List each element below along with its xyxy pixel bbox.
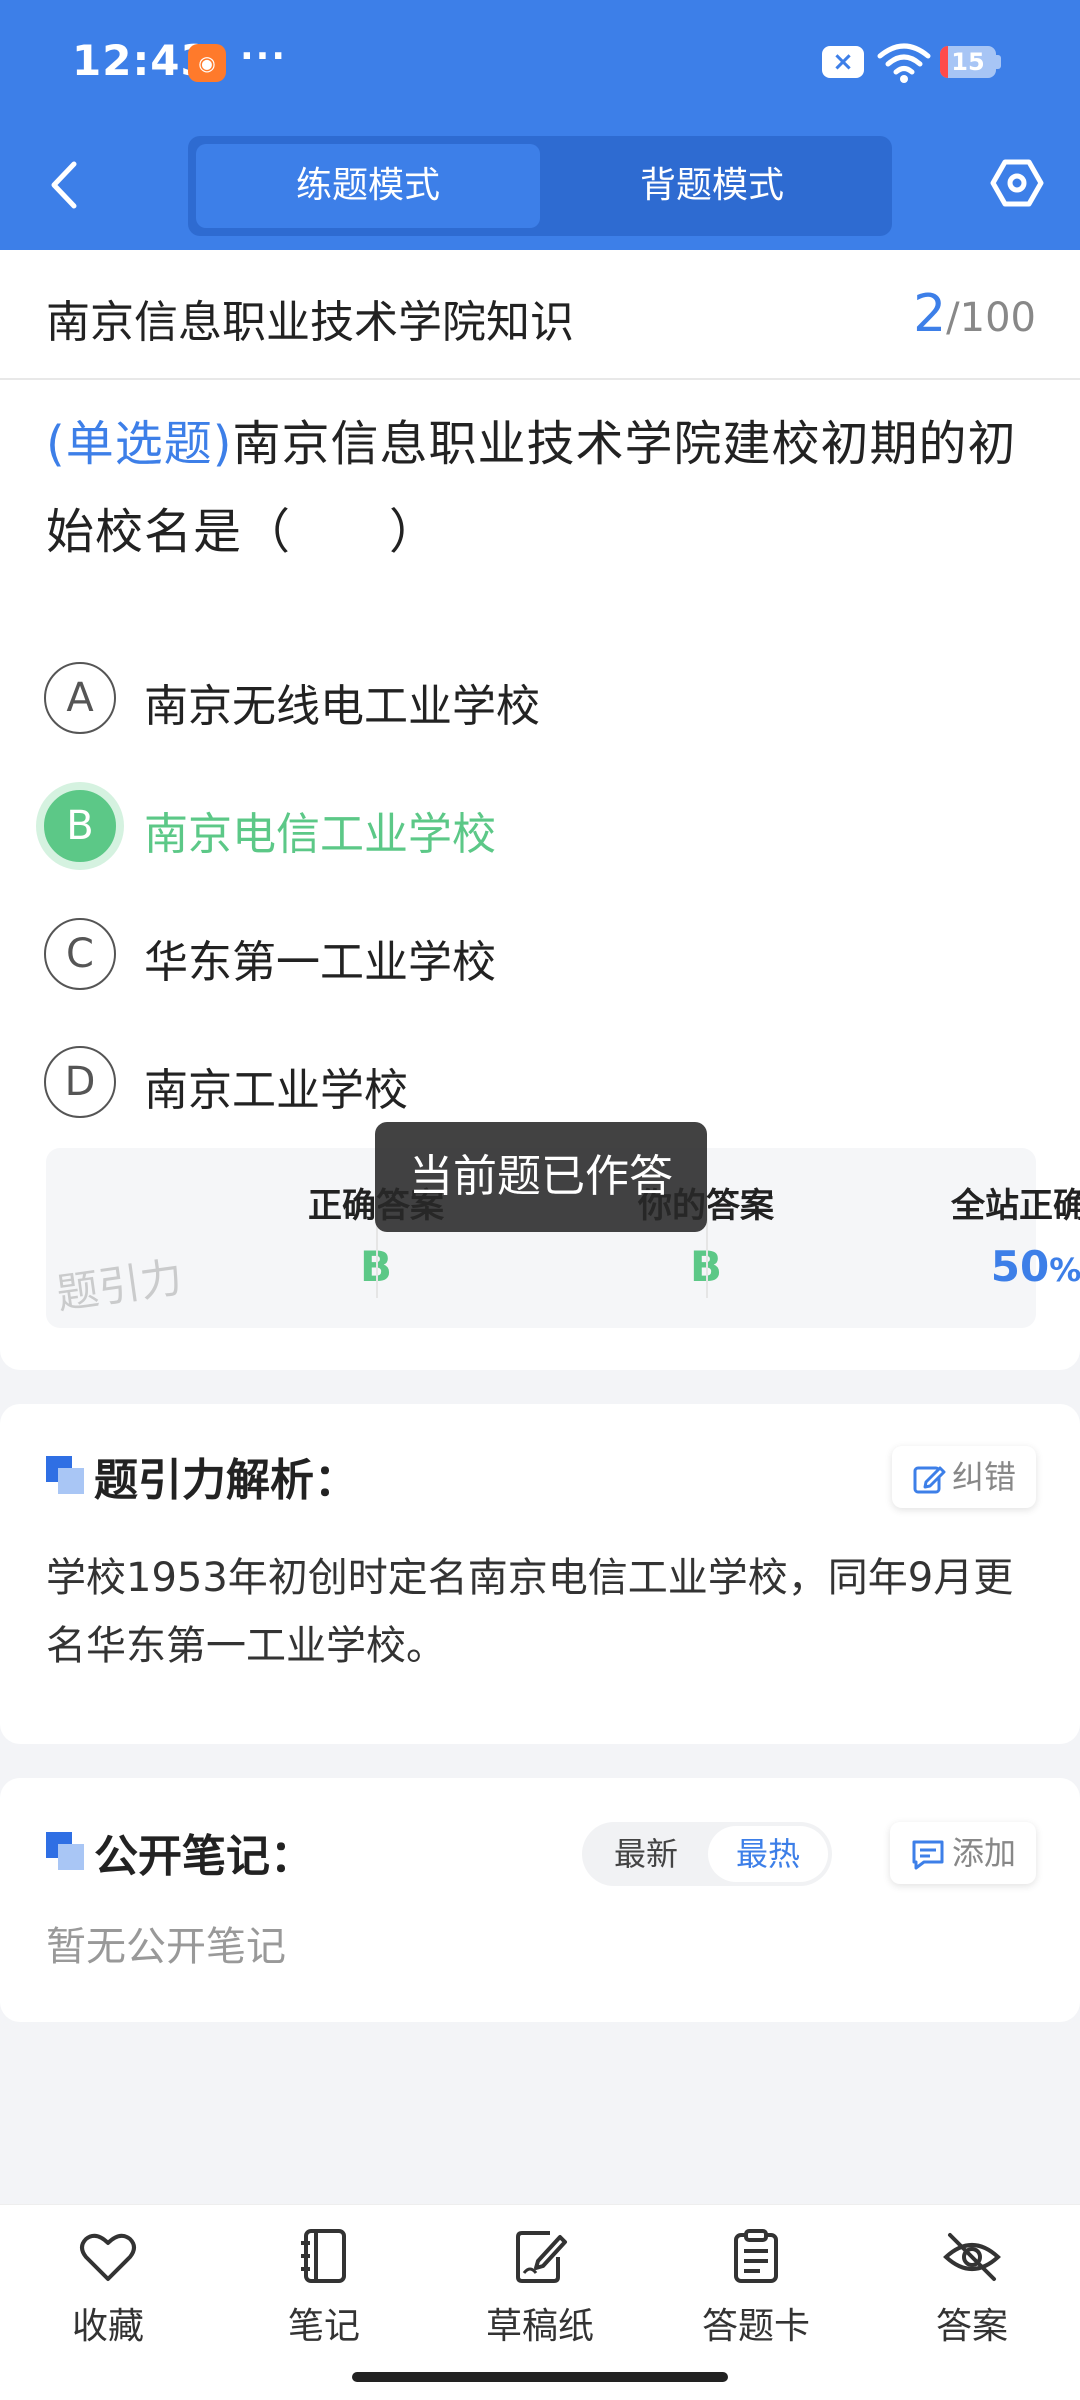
add-note-button[interactable]: 添加 bbox=[889, 1822, 1036, 1884]
accuracy-col: 全站正确率 50% bbox=[706, 1148, 1080, 1328]
home-indicator[interactable] bbox=[352, 2372, 728, 2382]
section-icon bbox=[46, 1456, 84, 1494]
battery-level: 15 bbox=[951, 48, 985, 76]
sort-latest[interactable]: 最新 bbox=[586, 1826, 706, 1882]
question-text: (单选题)南京信息职业技术学院建校初期的初始校名是（ ） bbox=[46, 400, 1036, 576]
status-bar: 12:43 ◉ ··· × 15 bbox=[0, 0, 1080, 120]
tab-practice-mode[interactable]: 练题模式 bbox=[196, 144, 540, 228]
analysis-title: 题引力解析： bbox=[94, 1455, 358, 1506]
accuracy-number: 50 bbox=[990, 1242, 1050, 1291]
notebook-icon bbox=[301, 2229, 346, 2283]
accuracy-label: 全站正确率 bbox=[951, 1186, 1080, 1226]
report-error-label: 纠错 bbox=[951, 1458, 1016, 1496]
comment-icon bbox=[912, 1840, 944, 1870]
option-b[interactable]: B 南京电信工业学校 bbox=[44, 786, 1024, 866]
accuracy-unit: % bbox=[1049, 1251, 1080, 1289]
accuracy-value: 50% bbox=[871, 1242, 1080, 1291]
progress-current: 2 bbox=[913, 284, 947, 344]
eye-off-icon bbox=[943, 2233, 1001, 2281]
analysis-card: 题引力解析： 纠错 学校1953年初创时定名南京电信工业学校，同年9月更名华东第… bbox=[0, 1404, 1080, 1744]
tab-memorize-mode[interactable]: 背题模式 bbox=[540, 144, 884, 228]
add-note-label: 添加 bbox=[951, 1834, 1016, 1872]
option-d[interactable]: D 南京工业学校 bbox=[44, 1042, 1024, 1122]
nav-notes[interactable]: 笔记 bbox=[224, 2229, 424, 2359]
notes-sort-toggle: 最新 最热 bbox=[582, 1822, 832, 1886]
nav-label: 收藏 bbox=[71, 2306, 144, 2347]
option-text: 南京电信工业学校 bbox=[144, 809, 496, 860]
nav-label: 答题卡 bbox=[701, 2306, 810, 2347]
question-type: (单选题) bbox=[46, 416, 233, 472]
nav-answer[interactable]: 答案 bbox=[872, 2229, 1072, 2359]
edit-icon bbox=[913, 1466, 946, 1494]
option-letter: C bbox=[44, 918, 116, 990]
wifi-icon bbox=[877, 43, 931, 83]
option-text: 华东第一工业学校 bbox=[144, 937, 496, 988]
heart-icon bbox=[80, 2233, 136, 2281]
back-icon[interactable] bbox=[40, 150, 90, 220]
section-icon bbox=[46, 1832, 84, 1870]
answered-toast: 当前题已作答 bbox=[375, 1122, 707, 1232]
settings-hex-icon[interactable] bbox=[990, 156, 1044, 210]
analysis-text: 学校1953年初创时定名南京电信工业学校，同年9月更名华东第一工业学校。 bbox=[46, 1555, 1014, 1669]
nav-draft[interactable]: 草稿纸 bbox=[440, 2229, 640, 2359]
nav-label: 笔记 bbox=[287, 2306, 360, 2347]
battery-icon: 15 bbox=[940, 46, 996, 78]
option-letter: B bbox=[44, 790, 116, 862]
answer-sheet-icon bbox=[734, 2229, 778, 2283]
no-sim-icon: × bbox=[822, 46, 864, 78]
option-a[interactable]: A 南京无线电工业学校 bbox=[44, 658, 1024, 738]
nav-favorite[interactable]: 收藏 bbox=[8, 2229, 208, 2359]
more-notifications-icon: ··· bbox=[240, 36, 288, 77]
bottom-nav: 收藏 笔记 草稿纸 答题卡 答案 bbox=[0, 2204, 1080, 2400]
nav-label: 答案 bbox=[935, 2306, 1008, 2347]
question-progress: 2/100 bbox=[913, 284, 1036, 344]
option-text: 南京无线电工业学校 bbox=[144, 681, 540, 732]
empty-notes-text: 暂无公开笔记 bbox=[46, 1924, 286, 1970]
nav-answer-sheet[interactable]: 答题卡 bbox=[656, 2229, 856, 2359]
app-notification-icon: ◉ bbox=[188, 44, 226, 82]
option-letter: A bbox=[44, 662, 116, 734]
question-bank-title: 南京信息职业技术学院知识 bbox=[46, 297, 574, 348]
sort-hottest[interactable]: 最热 bbox=[708, 1826, 828, 1882]
report-error-button[interactable]: 纠错 bbox=[891, 1446, 1036, 1508]
draft-icon bbox=[516, 2231, 567, 2283]
nav-label: 草稿纸 bbox=[485, 2306, 594, 2347]
option-letter: D bbox=[44, 1046, 116, 1118]
notes-title: 公开笔记： bbox=[94, 1831, 314, 1882]
option-c[interactable]: C 华东第一工业学校 bbox=[44, 914, 1024, 994]
app-header: 12:43 ◉ ··· × 15 练题模式 背题模式 bbox=[0, 0, 1080, 250]
option-text: 南京工业学校 bbox=[144, 1065, 408, 1116]
question-topbar: 南京信息职业技术学院知识 2/100 bbox=[0, 250, 1080, 380]
progress-total: /100 bbox=[946, 295, 1036, 341]
notes-card: 公开笔记： 最新 最热 添加 暂无公开笔记 bbox=[0, 1778, 1080, 2022]
mode-switch: 练题模式 背题模式 bbox=[188, 136, 892, 236]
